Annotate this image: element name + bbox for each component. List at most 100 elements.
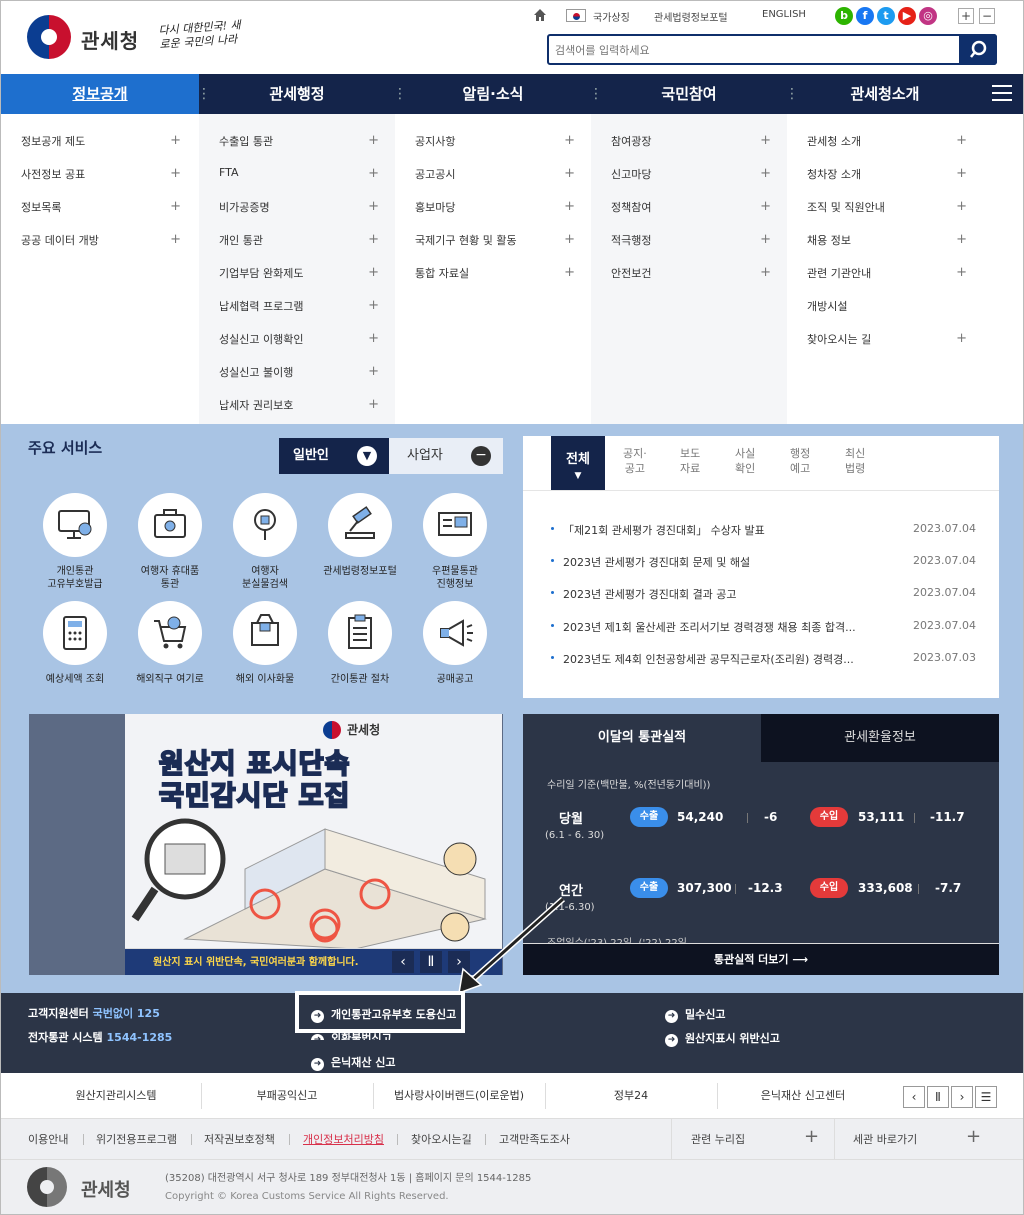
service-auction-notice[interactable]: 공매공고 [407, 601, 503, 686]
zoom-in-icon[interactable]: + [958, 8, 974, 24]
nav-participation[interactable]: 국민참여 [591, 74, 787, 114]
menu-item[interactable]: 비가공증명 + [219, 199, 379, 215]
service-tax-estimate[interactable]: 예상세액 조회 [27, 601, 123, 686]
tab-latest-law[interactable]: 최신 법령 [845, 446, 865, 476]
tab-notice[interactable]: 공지· 공고 [623, 446, 647, 476]
menu-item[interactable]: 관련 기관안내 + [807, 265, 967, 281]
tab-exchange-rate[interactable]: 관세환율정보 [761, 714, 999, 762]
footer-link[interactable]: 위기전용프로그램 [96, 1131, 177, 1147]
nav-customs-admin[interactable]: 관세행정 [199, 74, 395, 114]
link-law-cyberland[interactable]: 법사랑사이버랜드(이로운법) [373, 1073, 545, 1119]
menu-item[interactable]: 개방시설 [807, 298, 967, 314]
service-traveler-goods[interactable]: 여행자 휴대품 통관 [122, 493, 218, 591]
footer-link-privacy[interactable]: 개인정보처리방침 [303, 1131, 384, 1147]
home-icon[interactable] [533, 8, 547, 22]
service-law-portal[interactable]: 관세법령정보포털 [312, 493, 408, 578]
tab-all[interactable]: 전체 ▼ [551, 436, 605, 490]
service-direct-purchase[interactable]: 해외직구 여기로 [122, 601, 218, 686]
menu-item[interactable]: 성실신고 불이행 + [219, 364, 379, 380]
support-center-label: 고객지원센터 [28, 1007, 89, 1020]
related-sites-select[interactable]: 관련 누리집 [691, 1131, 745, 1147]
menu-item[interactable]: 공지사항 + [415, 133, 575, 149]
menu-item[interactable]: 성실신고 이행확인 + [219, 331, 379, 347]
links-list-icon[interactable]: ☰ [975, 1086, 997, 1108]
util-law-portal[interactable]: 관세법령정보포털 [654, 9, 728, 24]
menu-item[interactable]: 납세자 권리보호 + [219, 397, 379, 413]
menu-item[interactable]: 안전보건 + [611, 265, 771, 281]
footer-link[interactable]: 저작권보호정책 [204, 1131, 275, 1147]
facebook-icon[interactable]: f [856, 7, 874, 25]
menu-item[interactable]: 적극행정 + [611, 232, 771, 248]
menu-item[interactable]: 공고공시 + [415, 166, 575, 182]
menu-item[interactable]: FTA + [219, 166, 379, 181]
tab-business[interactable]: 사업자 − [389, 438, 503, 474]
links-next-button[interactable]: › [951, 1086, 973, 1108]
menu-item[interactable]: 납세협력 프로그램 + [219, 298, 379, 314]
banner-pause-button[interactable]: Ⅱ [420, 951, 442, 973]
menu-item[interactable]: 참여광장 + [611, 133, 771, 149]
menu-item[interactable]: 관세청 소개 + [807, 133, 967, 149]
kcs-logo-icon[interactable] [27, 15, 71, 59]
twitter-icon[interactable]: t [877, 7, 895, 25]
service-postal-tracking[interactable]: 우편물통관 진행정보 [407, 493, 503, 591]
youtube-icon[interactable]: ▶ [898, 7, 916, 25]
menu-item[interactable]: 정보공개 제도 + [21, 133, 181, 149]
footer-link[interactable]: 이용안내 [28, 1131, 68, 1147]
service-simple-clearance[interactable]: 간이통관 절차 [312, 601, 408, 686]
menu-icon[interactable] [992, 85, 1012, 101]
menu-item[interactable]: 홍보마당 + [415, 199, 575, 215]
stats-more-button[interactable]: 통관실적 더보기 ⟶ [523, 943, 999, 975]
lost-item-search-icon [233, 493, 297, 557]
menu-item[interactable]: 공공 데이터 개방 + [21, 232, 181, 248]
service-lost-items[interactable]: 여행자 분실물검색 [217, 493, 313, 591]
menu-item[interactable]: 사전정보 공표 + [21, 166, 181, 182]
footer-link[interactable]: 고객만족도조사 [499, 1131, 570, 1147]
plus-icon[interactable]: + [804, 1126, 819, 1147]
search-input[interactable] [555, 40, 955, 60]
nav-info-open[interactable]: 정보공개 [1, 74, 199, 114]
instagram-icon[interactable]: ◎ [919, 7, 937, 25]
tab-press[interactable]: 보도 자료 [680, 446, 700, 476]
menu-item[interactable]: 청차장 소개 + [807, 166, 967, 182]
search-button[interactable] [959, 34, 997, 65]
report-smuggling[interactable]: ➜ 밀수신고 [665, 1006, 725, 1023]
util-english[interactable]: ENGLISH [762, 9, 806, 20]
service-moving-cargo[interactable]: 해외 이사화물 [217, 601, 313, 686]
menu-item[interactable]: 통합 자료실 + [415, 265, 575, 281]
menu-item[interactable]: 조직 및 직원안내 + [807, 199, 967, 215]
customs-shortcut-select[interactable]: 세관 바로가기 [853, 1131, 917, 1147]
links-pause-button[interactable]: Ⅱ [927, 1086, 949, 1108]
tab-monthly-stats[interactable]: 이달의 통관실적 [523, 714, 761, 762]
links-prev-button[interactable]: ‹ [903, 1086, 925, 1108]
nav-about[interactable]: 관세청소개 [787, 74, 983, 114]
footer-link[interactable]: 찾아오시는길 [411, 1131, 472, 1147]
tab-general[interactable]: 일반인 ▼ [279, 438, 389, 474]
banner-prev-button[interactable]: ‹ [392, 951, 414, 973]
menu-item[interactable]: 채용 정보 + [807, 232, 967, 248]
menu-item[interactable]: 신고마당 + [611, 166, 771, 182]
menu-item[interactable]: 국제기구 현황 및 활동 + [415, 232, 575, 248]
logo-text[interactable]: 관세청 [81, 25, 139, 54]
menu-item[interactable]: 정보목록 + [21, 199, 181, 215]
report-origin-violation[interactable]: ➜ 원산지표시 위반신고 [665, 1030, 780, 1047]
link-origin-system[interactable]: 원산지관리시스템 [31, 1073, 201, 1119]
footer-logo-text: 관세청 [81, 1180, 131, 1201]
national-flag-icon[interactable] [566, 9, 586, 22]
link-gov24[interactable]: 정부24 [545, 1073, 717, 1119]
menu-item[interactable]: 기업부담 완화제도 + [219, 265, 379, 281]
link-hidden-assets-center[interactable]: 은닉재산 신고센터 [717, 1073, 889, 1119]
menu-item[interactable]: 정책참여 + [611, 199, 771, 215]
menu-item[interactable]: 수출입 통관 + [219, 133, 379, 149]
report-hidden-assets[interactable]: ➜ 은닉재산 신고 [311, 1054, 396, 1071]
menu-item[interactable]: 개인 통관 + [219, 232, 379, 248]
util-national-symbol[interactable]: 국가상징 [593, 9, 630, 24]
link-corruption-report[interactable]: 부패공익신고 [201, 1073, 373, 1119]
service-personal-code[interactable]: 개인통관 고유부호발급 [27, 493, 123, 591]
tab-fact-check[interactable]: 사실 확인 [735, 446, 755, 476]
plus-icon[interactable]: + [966, 1126, 981, 1147]
tab-admin-notice[interactable]: 행정 예고 [790, 446, 810, 476]
zoom-out-icon[interactable]: − [979, 8, 995, 24]
nav-news[interactable]: 알림·소식 [395, 74, 591, 114]
blog-icon[interactable]: b [835, 7, 853, 25]
menu-item[interactable]: 찾아오시는 길 + [807, 331, 967, 347]
